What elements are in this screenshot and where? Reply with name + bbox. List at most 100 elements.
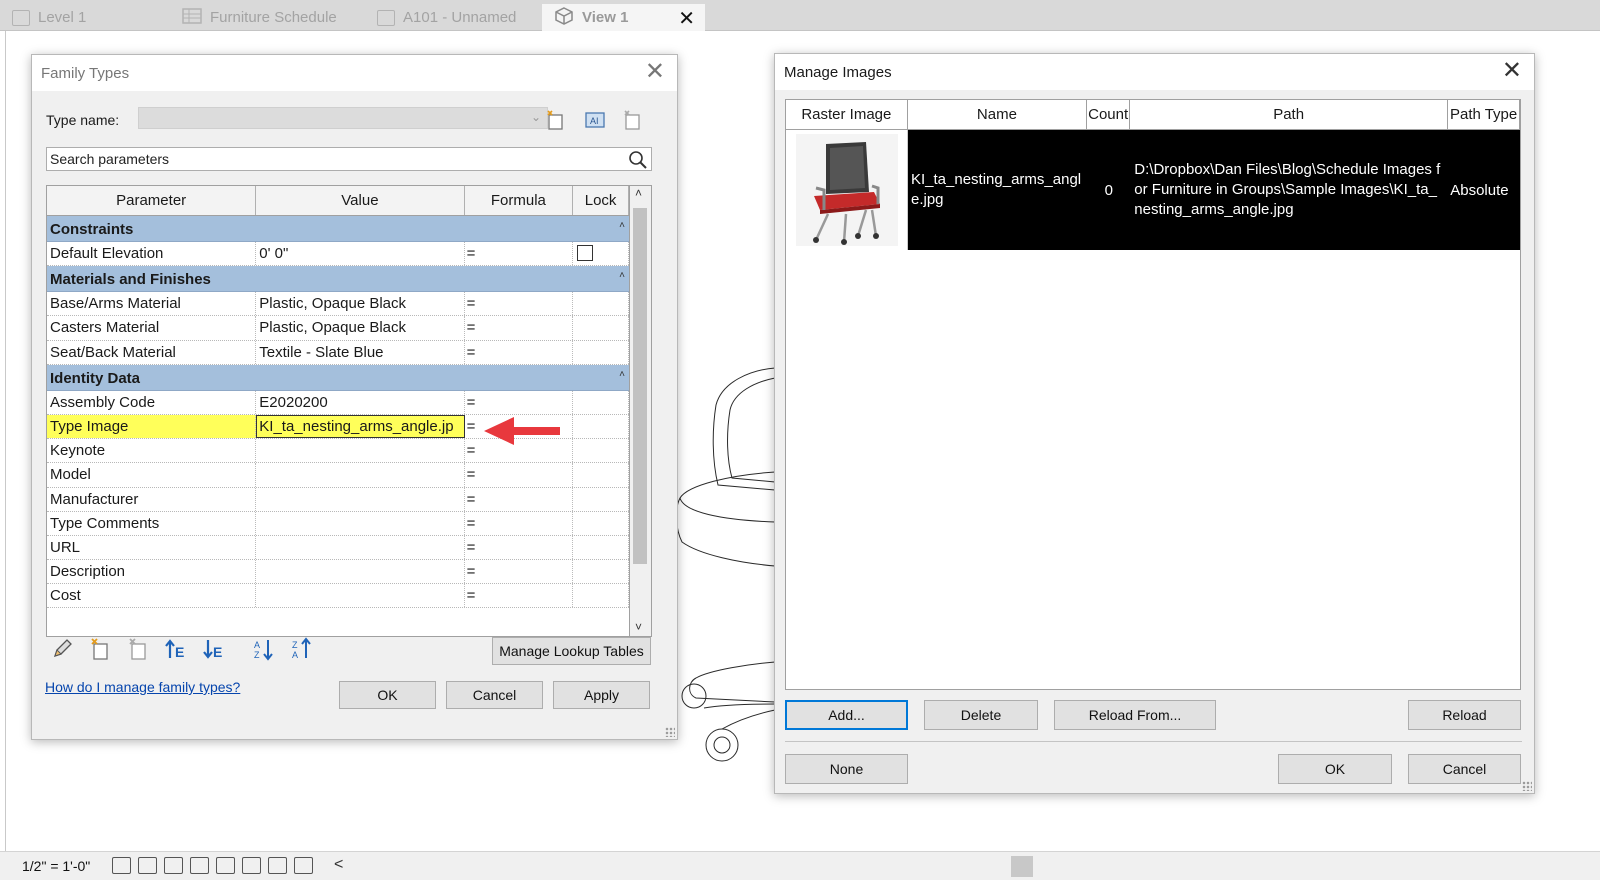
table-row[interactable]: Assembly Code E2020200 =	[47, 390, 629, 415]
delete-button[interactable]: Delete	[924, 700, 1038, 730]
view-scale[interactable]: 1/2" = 1'-0"	[22, 858, 90, 874]
table-row[interactable]: Seat/Back Material Textile - Slate Blue …	[47, 340, 629, 365]
column-lock[interactable]: Lock	[573, 186, 629, 215]
column-path-type[interactable]: Path Type	[1448, 100, 1520, 129]
parameter-formula[interactable]: =	[465, 463, 574, 487]
table-row-selected[interactable]: KI_ta_nesting_arms_angle.jpg 0 D:\Dropbo…	[786, 130, 1520, 250]
parameter-formula[interactable]: =	[465, 390, 574, 414]
apply-button[interactable]: Apply	[553, 681, 650, 709]
parameter-value[interactable]	[256, 560, 465, 584]
table-row[interactable]: Manufacturer =	[47, 487, 629, 512]
parameter-formula[interactable]: =	[465, 242, 574, 266]
parameter-formula[interactable]: =	[465, 560, 574, 584]
parameter-formula[interactable]: =	[465, 584, 574, 608]
scroll-up-icon[interactable]: ˄	[635, 186, 642, 200]
close-icon[interactable]: ✕	[645, 60, 665, 84]
parameter-value[interactable]	[256, 487, 465, 511]
parameter-value[interactable]	[256, 511, 465, 535]
scroll-down-icon[interactable]: ˅	[635, 620, 642, 634]
column-value[interactable]: Value	[256, 186, 465, 215]
tab-a101-unnamed[interactable]: A101 - Unnamed	[365, 4, 542, 31]
add-button[interactable]: Add...	[785, 700, 908, 730]
move-up-icon[interactable]: E	[164, 637, 188, 661]
rename-type-icon[interactable]: AI	[584, 109, 606, 131]
table-row[interactable]: Casters Material Plastic, Opaque Black =	[47, 316, 629, 341]
sort-descending-icon[interactable]: Z A	[290, 637, 314, 661]
parameter-formula[interactable]: =	[465, 535, 574, 560]
chevron-left-icon[interactable]: <	[334, 856, 343, 874]
collapse-icon[interactable]: ˄	[619, 212, 625, 239]
column-parameter[interactable]: Parameter	[47, 186, 257, 215]
sort-ascending-icon[interactable]: A Z	[252, 637, 276, 661]
vertical-scrollbar[interactable]: ˄ ˅	[630, 185, 652, 637]
tab-view-1[interactable]: View 1 ✕	[542, 4, 705, 31]
column-name[interactable]: Name	[908, 100, 1088, 129]
table-row[interactable]: Base/Arms Material Plastic, Opaque Black…	[47, 292, 629, 317]
parameter-formula[interactable]: =	[465, 487, 574, 511]
parameter-value[interactable]: 0' 0"	[256, 242, 465, 266]
temporary-hide-icon[interactable]	[294, 857, 313, 874]
group-materials-and-finishes[interactable]: Materials and Finishes ˄	[47, 266, 629, 293]
close-icon[interactable]: ✕	[1502, 59, 1522, 83]
parameter-value[interactable]: Plastic, Opaque Black	[256, 316, 465, 340]
delete-parameter-icon[interactable]	[126, 637, 150, 661]
type-image-value[interactable]: KI_ta_nesting_arms_angle.jp	[256, 414, 465, 439]
parameter-value[interactable]	[256, 439, 465, 463]
tab-furniture-schedule[interactable]: Furniture Schedule	[170, 4, 365, 31]
visual-style-icon[interactable]	[138, 857, 157, 874]
shadows-icon[interactable]	[190, 857, 209, 874]
rendering-icon[interactable]	[216, 857, 235, 874]
table-row[interactable]: Cost =	[47, 584, 629, 609]
delete-type-icon[interactable]	[622, 109, 644, 131]
parameter-formula[interactable]: =	[465, 511, 574, 535]
manage-lookup-tables-button[interactable]: Manage Lookup Tables	[492, 637, 651, 665]
table-row[interactable]: Description =	[47, 560, 629, 585]
parameter-value[interactable]: Textile - Slate Blue	[256, 340, 465, 364]
column-path[interactable]: Path	[1130, 100, 1449, 129]
resize-grip[interactable]	[665, 727, 675, 737]
collapse-icon[interactable]: ˄	[619, 262, 625, 289]
close-tab-icon[interactable]: ✕	[678, 6, 695, 31]
sun-path-icon[interactable]	[164, 857, 183, 874]
table-row[interactable]: Default Elevation 0' 0" =	[47, 242, 629, 267]
none-button[interactable]: None	[785, 754, 908, 784]
scroll-thumb[interactable]	[633, 208, 647, 564]
detail-level-icon[interactable]	[112, 857, 131, 874]
parameter-formula[interactable]: =	[465, 316, 574, 340]
parameter-formula[interactable]: =	[465, 340, 574, 364]
parameter-value[interactable]: Plastic, Opaque Black	[256, 292, 465, 316]
parameter-formula[interactable]: =	[465, 292, 574, 316]
parameter-value[interactable]	[256, 535, 465, 560]
type-name-dropdown[interactable]: ⌄	[138, 107, 548, 129]
reload-button[interactable]: Reload	[1408, 700, 1521, 730]
table-row[interactable]: Model =	[47, 463, 629, 488]
new-parameter-icon[interactable]	[88, 637, 112, 661]
group-identity-data[interactable]: Identity Data ˄	[47, 364, 629, 391]
collapse-icon[interactable]: ˄	[619, 361, 625, 388]
parameter-value[interactable]	[256, 584, 465, 608]
magnifier-icon[interactable]	[627, 149, 649, 171]
group-constraints[interactable]: Constraints ˄	[47, 216, 629, 242]
column-count[interactable]: Count	[1087, 100, 1131, 129]
table-row[interactable]: URL =	[47, 535, 629, 561]
move-down-icon[interactable]: E	[202, 637, 226, 661]
search-parameters-input[interactable]: Search parameters	[46, 147, 652, 171]
cancel-button[interactable]: Cancel	[446, 681, 543, 709]
ok-button[interactable]: OK	[1278, 754, 1392, 784]
table-row[interactable]: Type Comments =	[47, 511, 629, 536]
horizontal-scroll-thumb[interactable]	[1011, 856, 1033, 877]
parameter-value[interactable]	[256, 463, 465, 487]
tab-level-1[interactable]: Level 1	[0, 4, 170, 31]
help-link[interactable]: How do I manage family types?	[45, 679, 240, 695]
edit-parameter-icon[interactable]	[50, 637, 74, 661]
cancel-button[interactable]: Cancel	[1408, 754, 1521, 784]
resize-grip[interactable]	[1522, 781, 1532, 791]
reload-from-button[interactable]: Reload From...	[1054, 700, 1216, 730]
new-type-icon[interactable]	[545, 109, 567, 131]
parameter-value[interactable]: E2020200	[256, 390, 465, 414]
ok-button[interactable]: OK	[339, 681, 436, 709]
show-crop-region-icon[interactable]	[268, 857, 287, 874]
column-formula[interactable]: Formula	[465, 186, 574, 215]
lock-checkbox[interactable]	[577, 245, 594, 261]
column-raster-image[interactable]: Raster Image	[786, 100, 908, 129]
